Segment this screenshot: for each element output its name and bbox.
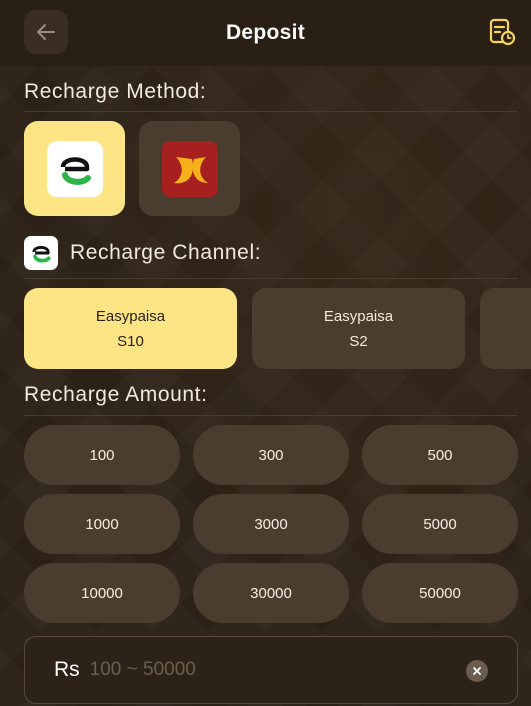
recharge-method-heading: Recharge Method:: [24, 80, 207, 103]
page-title: Deposit: [225, 21, 306, 44]
document-clock-icon: [489, 18, 516, 46]
back-button[interactable]: [24, 10, 68, 54]
recharge-channel-header: Recharge Channel:: [24, 236, 261, 270]
channel-name: Easypaisa: [323, 307, 394, 325]
method-jazzcash[interactable]: [139, 121, 240, 216]
top-bar: Deposit: [0, 0, 531, 66]
recharge-amount-heading: Recharge Amount:: [24, 383, 208, 406]
amount-input[interactable]: [89, 659, 450, 681]
channel-option[interactable]: Easypaisa S10: [24, 288, 237, 369]
amount-option[interactable]: 100: [24, 425, 180, 485]
amount-option[interactable]: 3000: [193, 494, 349, 554]
amount-input-field: Rs: [24, 636, 518, 704]
channel-option[interactable]: Easypaisa S2: [252, 288, 465, 369]
divider: [24, 278, 518, 279]
method-easypaisa[interactable]: [24, 121, 125, 216]
channel-option[interactable]: [480, 288, 531, 369]
close-icon: [473, 667, 481, 675]
jazzcash-logo-icon: [161, 140, 218, 197]
divider: [24, 111, 518, 112]
channel-code: S10: [117, 332, 144, 350]
amount-option[interactable]: 500: [362, 425, 518, 485]
amount-option[interactable]: 10000: [24, 563, 180, 623]
recharge-channel-heading: Recharge Channel:: [70, 241, 262, 264]
divider: [24, 415, 518, 416]
clear-input-button[interactable]: [466, 660, 488, 682]
channel-code: S2: [349, 332, 368, 350]
easypaisa-logo-icon: [46, 140, 103, 197]
amount-option[interactable]: 50000: [362, 563, 518, 623]
amount-option[interactable]: 300: [193, 425, 349, 485]
arrow-left-icon: [37, 24, 55, 40]
channel-name: Easypaisa: [95, 307, 166, 325]
amount-option[interactable]: 1000: [24, 494, 180, 554]
amount-option[interactable]: 5000: [362, 494, 518, 554]
amount-option[interactable]: 30000: [193, 563, 349, 623]
currency-label: Rs: [54, 658, 80, 681]
deposit-history-button[interactable]: [485, 15, 519, 49]
easypaisa-logo-icon: [24, 236, 58, 270]
